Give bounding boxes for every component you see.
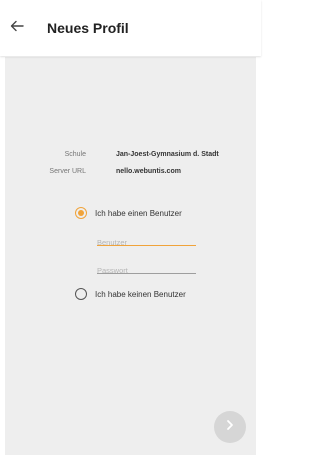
radio-checked-icon[interactable] xyxy=(75,207,87,219)
server-url-label: Server URL xyxy=(49,168,86,175)
back-button[interactable] xyxy=(6,18,28,38)
school-row: Schule Jan-Joest-Gymnasium d. Stadt xyxy=(5,151,256,161)
server-url-value: nello.webuntis.com xyxy=(116,168,181,175)
radio-with-user-label: Ich habe einen Benutzer xyxy=(95,208,182,218)
password-underline xyxy=(97,273,196,274)
app-bar: Neues Profil xyxy=(0,0,261,56)
server-row: Server URL nello.webuntis.com xyxy=(5,168,256,178)
school-label: Schule xyxy=(64,151,86,158)
arrow-left-icon xyxy=(10,19,24,37)
username-input[interactable] xyxy=(97,236,196,249)
username-underline xyxy=(97,244,196,246)
password-input[interactable] xyxy=(97,264,196,277)
password-field[interactable] xyxy=(97,260,196,277)
content-area: Schule Jan-Joest-Gymnasium d. Stadt Serv… xyxy=(5,57,256,455)
chevron-right-icon xyxy=(225,418,235,436)
radio-without-user[interactable]: Ich habe keinen Benutzer xyxy=(75,288,186,300)
school-value: Jan-Joest-Gymnasium d. Stadt xyxy=(116,151,219,158)
radio-without-user-label: Ich habe keinen Benutzer xyxy=(95,289,186,299)
screen: Neues Profil Schule Jan-Joest-Gymnasium … xyxy=(0,0,261,455)
username-field[interactable] xyxy=(97,232,196,249)
next-button[interactable] xyxy=(214,411,246,443)
radio-with-user[interactable]: Ich habe einen Benutzer xyxy=(75,207,182,219)
page-title: Neues Profil xyxy=(47,20,129,36)
radio-unchecked-icon[interactable] xyxy=(75,288,87,300)
